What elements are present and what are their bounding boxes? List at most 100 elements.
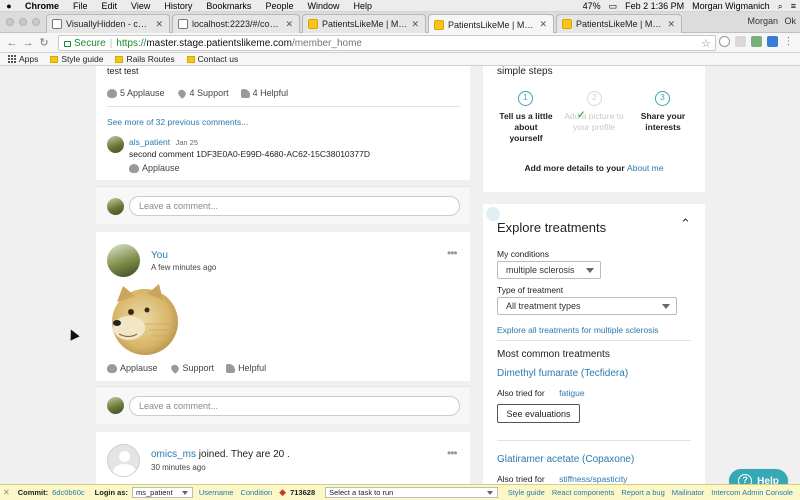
divider: [497, 340, 691, 341]
menu-history[interactable]: History: [157, 1, 199, 11]
default-avatar-icon[interactable]: [107, 444, 140, 477]
tab-localhost[interactable]: localhost:2223/#/componentsi ✕: [172, 14, 300, 33]
bookmark-apps[interactable]: Apps: [0, 54, 38, 64]
commit-label: Commit:: [17, 488, 49, 497]
tab-my-messages[interactable]: PatientsLikeMe | My messages ✕: [302, 14, 426, 33]
style-guide-link[interactable]: Style guide: [508, 488, 545, 497]
support-button[interactable]: Support: [169, 362, 214, 374]
also-tried-link[interactable]: stiffness/spasticity: [559, 474, 627, 484]
menu-list-icon[interactable]: ≡: [791, 1, 796, 11]
menu-bookmarks[interactable]: Bookmarks: [199, 1, 258, 11]
step-text[interactable]: Share your interests: [633, 111, 693, 133]
helpful-count: 4 Helpful: [252, 88, 289, 98]
menu-window[interactable]: Window: [300, 1, 346, 11]
tab-member-home-active[interactable]: PatientsLikeMe | Member Home ✕: [428, 14, 554, 34]
apple-icon[interactable]: ●: [0, 1, 18, 11]
close-window-button[interactable]: [6, 18, 14, 26]
close-icon[interactable]: ✕: [155, 19, 163, 30]
window-controls: [6, 18, 40, 26]
support-button[interactable]: 4 Support: [176, 87, 229, 99]
menu-app-name[interactable]: Chrome: [18, 1, 66, 11]
extension-icons: ⋮: [719, 36, 794, 47]
clock[interactable]: Feb 2 1:36 PM: [625, 1, 684, 11]
profile-name[interactable]: Morgan: [747, 16, 778, 26]
tab-member-home[interactable]: PatientsLikeMe | Member Home ✕: [556, 14, 682, 33]
minimize-window-button[interactable]: [19, 18, 27, 26]
dev-toolbar-collapse-icon[interactable]: ✕: [3, 488, 10, 497]
extension-green-icon[interactable]: [751, 36, 762, 47]
react-components-link[interactable]: React components: [552, 488, 615, 497]
report-bug-link[interactable]: Report a bug: [621, 488, 664, 497]
treatment-link[interactable]: Glatiramer acetate (Copaxone): [497, 454, 634, 465]
also-tried-row: Also tried for stiffness/spasticity: [497, 474, 627, 484]
intercom-admin-link[interactable]: Intercom Admin Console: [711, 488, 793, 497]
close-icon[interactable]: ✕: [539, 19, 547, 30]
post-author-link[interactable]: You: [151, 250, 168, 261]
search-icon[interactable]: ⌕: [778, 1, 783, 12]
more-menu-icon[interactable]: ⋮: [783, 36, 794, 47]
also-tried-link[interactable]: fatigue: [559, 388, 585, 398]
step-text[interactable]: Add a picture to your profile: [563, 111, 625, 133]
mailinator-link[interactable]: Mailinator: [672, 488, 705, 497]
see-evaluations-button[interactable]: See evaluations: [497, 404, 580, 423]
extension-clock-icon[interactable]: [719, 36, 730, 47]
user-name[interactable]: Morgan Wigmanich: [692, 1, 770, 11]
profile-ok[interactable]: Ok: [784, 16, 796, 26]
tab-visuallyhidden[interactable]: VisuallyHidden - components ✕: [46, 14, 170, 33]
login-as-select[interactable]: ms_patient: [132, 487, 193, 498]
treatment-type-select[interactable]: All treatment types: [497, 297, 677, 315]
see-more-comments-link[interactable]: See more of 32 previous comments...: [107, 117, 248, 127]
treatment-link[interactable]: Dimethyl fumarate (Tecfidera): [497, 368, 628, 379]
task-select[interactable]: Select a task to run: [325, 487, 498, 498]
battery-icon[interactable]: ▭: [609, 1, 618, 12]
menu-people[interactable]: People: [258, 1, 300, 11]
post-author-link[interactable]: omics_ms: [151, 449, 196, 460]
applause-button[interactable]: 5 Applause: [107, 88, 165, 98]
bookmark-style-guide[interactable]: Style guide: [50, 54, 103, 64]
menu-help[interactable]: Help: [346, 1, 379, 11]
explore-all-treatments-link[interactable]: Explore all treatments for multiple scle…: [497, 325, 659, 335]
forward-arrow-icon[interactable]: →: [20, 37, 36, 49]
comment-input[interactable]: Leave a comment...: [129, 196, 460, 216]
url-field[interactable]: Secure | https:// master.stage.patientsl…: [58, 35, 716, 51]
menu-edit[interactable]: Edit: [95, 1, 125, 11]
applause-button[interactable]: Applause: [107, 363, 158, 373]
more-options-icon[interactable]: •••: [447, 446, 458, 460]
more-options-icon[interactable]: •••: [447, 246, 458, 260]
reload-icon[interactable]: ↻: [36, 36, 52, 49]
back-arrow-icon[interactable]: ←: [4, 37, 20, 49]
comment-author-link[interactable]: als_patient: [129, 137, 170, 147]
step-text[interactable]: Tell us a little about yourself: [497, 111, 555, 144]
menu-view[interactable]: View: [124, 1, 157, 11]
bookmark-rails-routes[interactable]: Rails Routes: [115, 54, 175, 64]
conditions-select[interactable]: multiple sclerosis: [497, 261, 601, 279]
close-icon[interactable]: ✕: [285, 19, 293, 30]
bookmark-label: Contact us: [197, 54, 239, 64]
avatar[interactable]: [107, 244, 140, 277]
battery-percent[interactable]: 47%: [583, 1, 601, 11]
bookmark-contact-us[interactable]: Contact us: [186, 54, 239, 64]
extension-blue-icon[interactable]: [767, 36, 778, 47]
close-icon[interactable]: ✕: [411, 19, 419, 30]
helpful-button[interactable]: Helpful: [226, 363, 266, 373]
close-icon[interactable]: ✕: [667, 19, 675, 30]
comment-applause-button[interactable]: Applause: [129, 163, 180, 173]
chevron-down-icon: [662, 304, 670, 309]
username-link[interactable]: Username: [199, 488, 234, 497]
menu-file[interactable]: File: [66, 1, 95, 11]
comment-date: Jan 25: [175, 138, 199, 147]
bookmark-star-icon[interactable]: ☆: [701, 37, 711, 50]
avatar: [107, 198, 124, 215]
commit-value[interactable]: 6dc0b60c: [52, 488, 85, 497]
comment-input[interactable]: Leave a comment...: [129, 396, 460, 416]
patientslikeme-icon: [308, 19, 318, 29]
helpful-button[interactable]: 4 Helpful: [240, 88, 289, 98]
about-me-link[interactable]: About me: [627, 163, 663, 173]
post-image[interactable]: [107, 284, 179, 356]
zoom-window-button[interactable]: [32, 18, 40, 26]
avatar[interactable]: [107, 136, 124, 153]
extension-gray-icon[interactable]: [735, 36, 746, 47]
collapse-chevron-icon[interactable]: ⌃: [680, 216, 691, 232]
condition-link[interactable]: Condition: [240, 488, 272, 497]
thumb-icon: [240, 88, 250, 98]
